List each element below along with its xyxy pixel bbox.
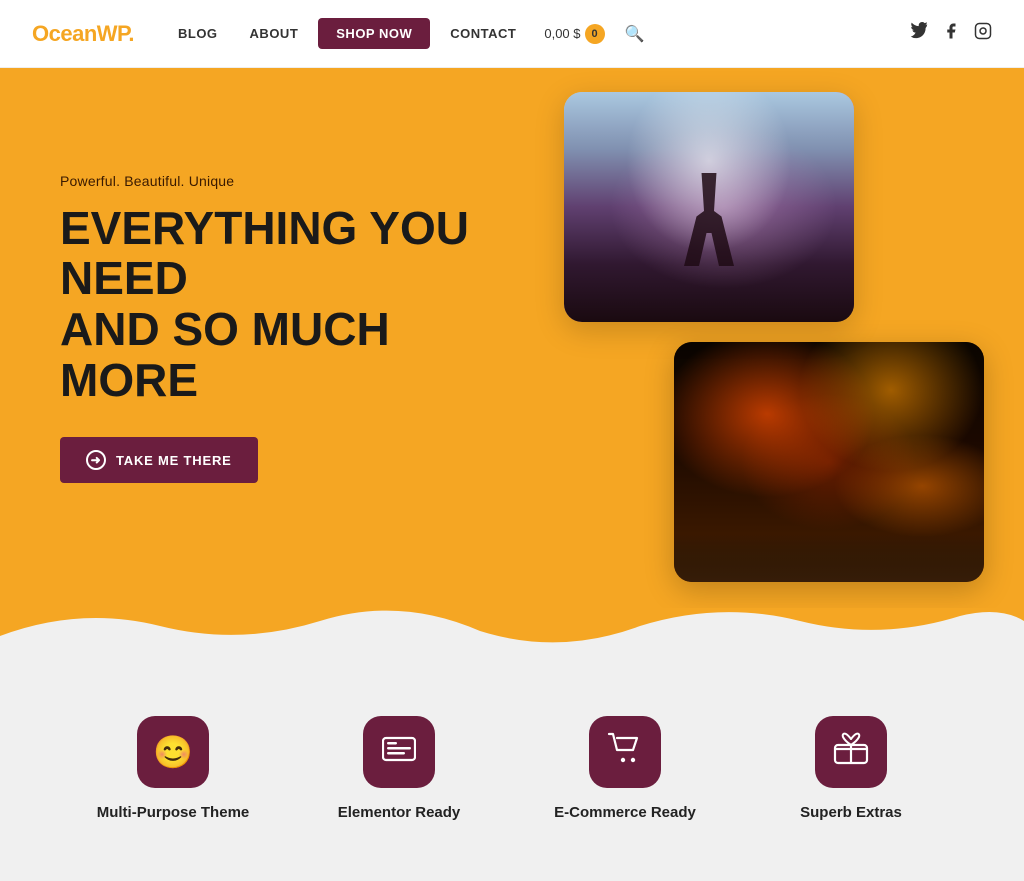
multipurpose-icon-box: 😊 xyxy=(137,716,209,788)
cart-price: 0,00 $ xyxy=(544,26,580,41)
extras-icon xyxy=(833,731,869,773)
instagram-icon[interactable] xyxy=(974,22,992,45)
elementor-icon-box xyxy=(363,716,435,788)
extras-icon-box xyxy=(815,716,887,788)
wave-divider xyxy=(0,606,1024,666)
multipurpose-icon: 😊 xyxy=(153,733,193,771)
hero-cta-button[interactable]: ➜ TAKE ME THERE xyxy=(60,437,258,483)
hero-subtitle: Powerful. Beautiful. Unique xyxy=(60,173,540,189)
cta-circle-icon: ➜ xyxy=(86,450,106,470)
main-nav: BLOG ABOUT SHOP NOW CONTACT 0,00 $ 0 🔍 xyxy=(166,18,910,49)
search-icon[interactable]: 🔍 xyxy=(625,24,645,44)
ecommerce-icon xyxy=(607,732,643,772)
logo-text: OceanWP xyxy=(32,21,128,46)
twitter-icon[interactable] xyxy=(910,22,928,45)
header: OceanWP. BLOG ABOUT SHOP NOW CONTACT 0,0… xyxy=(0,0,1024,68)
hero-section: Powerful. Beautiful. Unique EVERYTHING Y… xyxy=(0,68,1024,608)
hero-title: EVERYTHING YOU NEED AND SO MUCH MORE xyxy=(60,203,540,405)
fireworks-photo xyxy=(674,342,984,582)
logo[interactable]: OceanWP. xyxy=(32,21,134,47)
ecommerce-label: E-Commerce Ready xyxy=(554,804,696,821)
hero-title-line2: AND SO MUCH MORE xyxy=(60,303,390,406)
elementor-label: Elementor Ready xyxy=(338,804,461,821)
cart-widget[interactable]: 0,00 $ 0 xyxy=(544,24,604,44)
hero-content: Powerful. Beautiful. Unique EVERYTHING Y… xyxy=(60,173,540,483)
nav-about[interactable]: ABOUT xyxy=(238,20,311,47)
concert-photo xyxy=(564,92,854,322)
nav-blog[interactable]: BLOG xyxy=(166,20,230,47)
feature-multipurpose: 😊 Multi-Purpose Theme xyxy=(60,716,286,821)
multipurpose-label: Multi-Purpose Theme xyxy=(97,804,250,821)
elementor-icon xyxy=(382,734,416,771)
social-icons xyxy=(910,22,992,45)
hero-image-fireworks xyxy=(674,342,984,582)
feature-elementor: Elementor Ready xyxy=(286,716,512,821)
logo-dot: . xyxy=(128,21,134,46)
extras-label: Superb Extras xyxy=(800,804,902,821)
cart-badge: 0 xyxy=(585,24,605,44)
feature-extras: Superb Extras xyxy=(738,716,964,821)
hero-title-line1: EVERYTHING YOU NEED xyxy=(60,202,469,305)
facebook-icon[interactable] xyxy=(942,22,960,45)
hero-cta-label: TAKE ME THERE xyxy=(116,453,232,468)
feature-ecommerce: E-Commerce Ready xyxy=(512,716,738,821)
ecommerce-icon-box xyxy=(589,716,661,788)
hero-images xyxy=(564,92,984,582)
features-section: 😊 Multi-Purpose Theme Elementor Ready xyxy=(0,666,1024,881)
hero-image-concert xyxy=(564,92,854,322)
nav-shop-now[interactable]: SHOP NOW xyxy=(318,18,430,49)
nav-contact[interactable]: CONTACT xyxy=(438,20,528,47)
